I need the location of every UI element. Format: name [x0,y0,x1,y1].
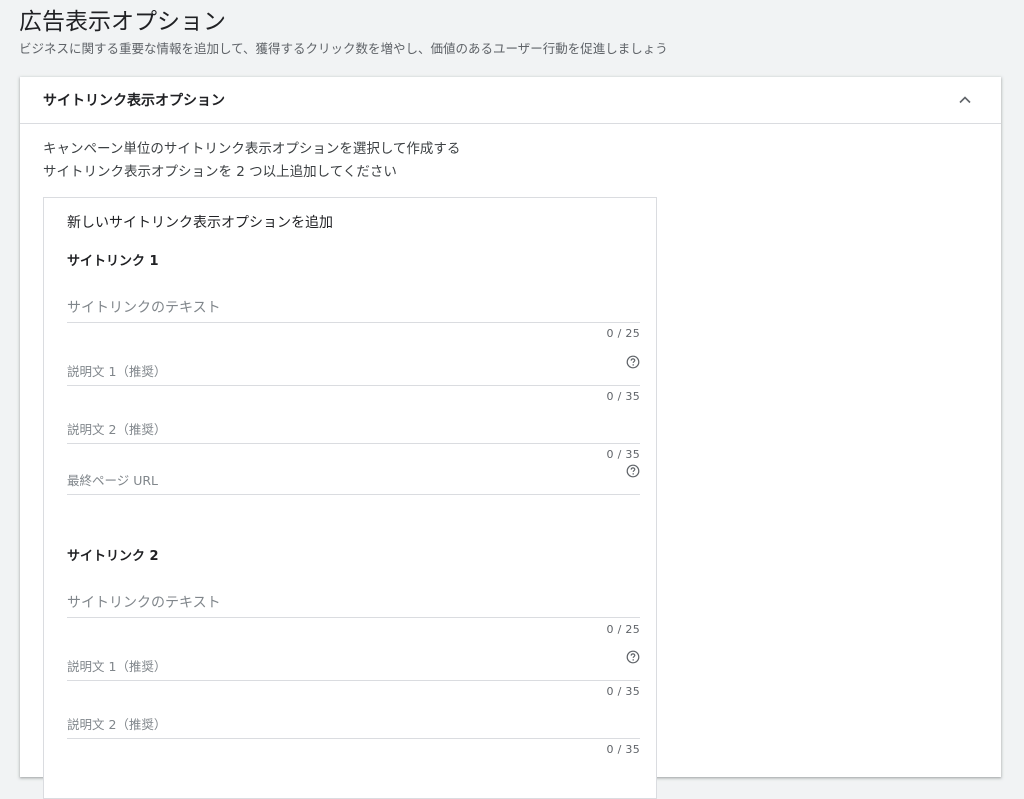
form-heading: 新しいサイトリンク表示オプションを追加 [67,215,333,231]
help-circle-icon[interactable] [626,355,640,369]
help-circle-icon[interactable] [626,650,640,664]
sitelink-1-title: サイトリンク 1 [67,254,159,269]
sitelink-1-text-input[interactable] [67,300,607,316]
sitelink-2-desc1-field[interactable] [67,650,640,681]
sitelink-1-url-input[interactable] [67,473,607,488]
sitelink-1-desc2-counter: 0 / 35 [606,448,640,461]
sitelink-2-text-input[interactable] [67,595,607,611]
card-title: サイトリンク表示オプション [43,93,225,109]
sitelink-2-text-counter: 0 / 25 [606,623,640,636]
help-circle-icon[interactable] [626,464,640,478]
sitelink-extension-card: サイトリンク表示オプション キャンペーン単位のサイトリンク表示オプションを選択し… [20,77,1001,799]
intro-line-2: サイトリンク表示オプションを 2 つ以上追加してください [43,164,397,180]
chevron-up-icon [959,96,971,104]
page-header: 広告表示オプション ビジネスに関する重要な情報を追加して、獲得するクリック数を増… [19,6,668,58]
sitelink-2-desc2-input[interactable] [67,717,607,732]
sitelink-2-text-field[interactable] [67,587,640,618]
sitelink-2-desc2-field[interactable] [67,708,640,739]
sitelink-1-text-counter: 0 / 25 [606,327,640,340]
card-intro: キャンペーン単位のサイトリンク表示オプションを選択して作成する サイトリンク表示… [43,138,460,184]
sitelink-1-desc2-field[interactable] [67,413,640,444]
intro-line-1: キャンペーン単位のサイトリンク表示オプションを選択して作成する [43,141,461,157]
sitelink-2-desc1-input[interactable] [67,659,607,674]
page-title: 広告表示オプション [19,9,226,35]
sitelink-2-desc1-counter: 0 / 35 [606,685,640,698]
collapse-button[interactable] [953,88,977,112]
sitelink-1-desc1-field[interactable] [67,355,640,386]
card-header[interactable]: サイトリンク表示オプション [20,77,1001,124]
new-sitelink-form: 新しいサイトリンク表示オプションを追加 サイトリンク 1 0 / 25 0 / … [43,197,657,799]
sitelink-1-desc2-input[interactable] [67,422,607,437]
sitelink-1-text-field[interactable] [67,292,640,323]
sitelink-1-desc1-input[interactable] [67,364,607,379]
sitelink-2-title: サイトリンク 2 [67,549,159,564]
sitelink-1-url-field[interactable] [67,464,640,495]
sitelink-1-desc1-counter: 0 / 35 [606,390,640,403]
page-subtitle: ビジネスに関する重要な情報を追加して、獲得するクリック数を増やし、価値のあるユー… [19,41,668,56]
sitelink-2-desc2-counter: 0 / 35 [606,743,640,756]
